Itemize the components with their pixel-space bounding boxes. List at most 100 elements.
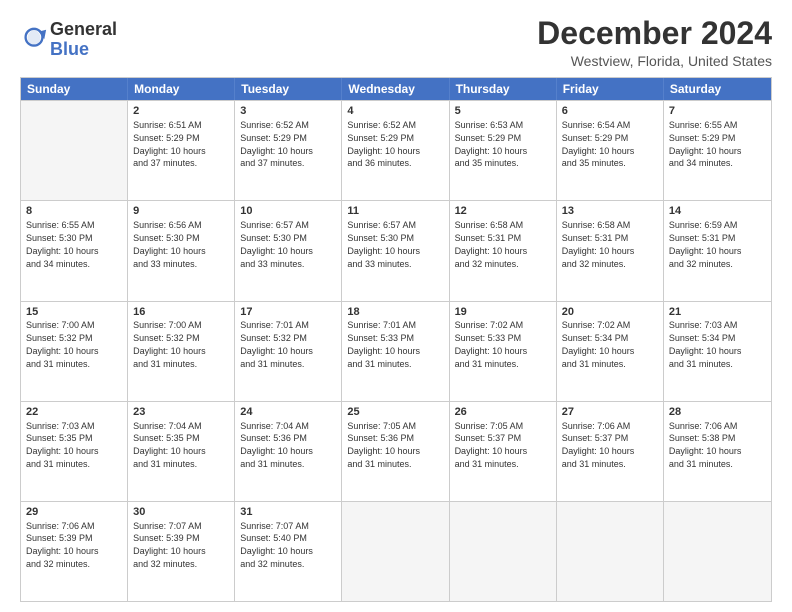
calendar-row-2: 15Sunrise: 7:00 AM Sunset: 5:32 PM Dayli…	[21, 301, 771, 401]
calendar-row-4: 29Sunrise: 7:06 AM Sunset: 5:39 PM Dayli…	[21, 501, 771, 601]
day-info-0-6: Sunrise: 6:55 AM Sunset: 5:29 PM Dayligh…	[669, 120, 742, 168]
day-info-0-1: Sunrise: 6:51 AM Sunset: 5:29 PM Dayligh…	[133, 120, 206, 168]
day-number-4-0: 29	[26, 505, 122, 520]
day-info-3-1: Sunrise: 7:04 AM Sunset: 5:35 PM Dayligh…	[133, 421, 206, 469]
day-number-1-0: 8	[26, 204, 122, 219]
day-info-2-2: Sunrise: 7:01 AM Sunset: 5:32 PM Dayligh…	[240, 320, 313, 368]
day-number-2-2: 17	[240, 305, 336, 320]
day-number-4-2: 31	[240, 505, 336, 520]
day-info-3-4: Sunrise: 7:05 AM Sunset: 5:37 PM Dayligh…	[455, 421, 528, 469]
calendar: Sunday Monday Tuesday Wednesday Thursday…	[20, 77, 772, 602]
calendar-cell-4-4	[450, 502, 557, 601]
day-info-4-1: Sunrise: 7:07 AM Sunset: 5:39 PM Dayligh…	[133, 521, 206, 569]
day-number-3-0: 22	[26, 405, 122, 420]
calendar-cell-1-4: 12Sunrise: 6:58 AM Sunset: 5:31 PM Dayli…	[450, 201, 557, 300]
calendar-cell-2-0: 15Sunrise: 7:00 AM Sunset: 5:32 PM Dayli…	[21, 302, 128, 401]
location: Westview, Florida, United States	[537, 53, 772, 69]
day-number-4-1: 30	[133, 505, 229, 520]
day-number-2-1: 16	[133, 305, 229, 320]
day-info-4-0: Sunrise: 7:06 AM Sunset: 5:39 PM Dayligh…	[26, 521, 99, 569]
day-info-4-2: Sunrise: 7:07 AM Sunset: 5:40 PM Dayligh…	[240, 521, 313, 569]
header-monday: Monday	[128, 78, 235, 100]
day-info-2-6: Sunrise: 7:03 AM Sunset: 5:34 PM Dayligh…	[669, 320, 742, 368]
calendar-cell-3-2: 24Sunrise: 7:04 AM Sunset: 5:36 PM Dayli…	[235, 402, 342, 501]
calendar-cell-4-6	[664, 502, 771, 601]
calendar-cell-3-5: 27Sunrise: 7:06 AM Sunset: 5:37 PM Dayli…	[557, 402, 664, 501]
day-number-3-6: 28	[669, 405, 766, 420]
calendar-cell-4-3	[342, 502, 449, 601]
day-number-3-4: 26	[455, 405, 551, 420]
calendar-page: General Blue December 2024 Westview, Flo…	[0, 0, 792, 612]
header-friday: Friday	[557, 78, 664, 100]
calendar-row-1: 8Sunrise: 6:55 AM Sunset: 5:30 PM Daylig…	[21, 200, 771, 300]
calendar-cell-1-1: 9Sunrise: 6:56 AM Sunset: 5:30 PM Daylig…	[128, 201, 235, 300]
day-info-3-6: Sunrise: 7:06 AM Sunset: 5:38 PM Dayligh…	[669, 421, 742, 469]
day-number-0-6: 7	[669, 104, 766, 119]
calendar-cell-4-0: 29Sunrise: 7:06 AM Sunset: 5:39 PM Dayli…	[21, 502, 128, 601]
day-number-2-4: 19	[455, 305, 551, 320]
calendar-cell-0-4: 5Sunrise: 6:53 AM Sunset: 5:29 PM Daylig…	[450, 101, 557, 200]
day-number-1-1: 9	[133, 204, 229, 219]
day-info-0-2: Sunrise: 6:52 AM Sunset: 5:29 PM Dayligh…	[240, 120, 313, 168]
calendar-cell-2-5: 20Sunrise: 7:02 AM Sunset: 5:34 PM Dayli…	[557, 302, 664, 401]
calendar-row-0: 2Sunrise: 6:51 AM Sunset: 5:29 PM Daylig…	[21, 100, 771, 200]
calendar-cell-4-5	[557, 502, 664, 601]
calendar-cell-0-0	[21, 101, 128, 200]
calendar-cell-0-3: 4Sunrise: 6:52 AM Sunset: 5:29 PM Daylig…	[342, 101, 449, 200]
calendar-cell-3-3: 25Sunrise: 7:05 AM Sunset: 5:36 PM Dayli…	[342, 402, 449, 501]
day-info-1-6: Sunrise: 6:59 AM Sunset: 5:31 PM Dayligh…	[669, 220, 742, 268]
day-info-2-3: Sunrise: 7:01 AM Sunset: 5:33 PM Dayligh…	[347, 320, 420, 368]
day-info-3-3: Sunrise: 7:05 AM Sunset: 5:36 PM Dayligh…	[347, 421, 420, 469]
calendar-cell-0-6: 7Sunrise: 6:55 AM Sunset: 5:29 PM Daylig…	[664, 101, 771, 200]
calendar-cell-0-1: 2Sunrise: 6:51 AM Sunset: 5:29 PM Daylig…	[128, 101, 235, 200]
day-info-2-0: Sunrise: 7:00 AM Sunset: 5:32 PM Dayligh…	[26, 320, 99, 368]
day-number-2-3: 18	[347, 305, 443, 320]
calendar-cell-2-4: 19Sunrise: 7:02 AM Sunset: 5:33 PM Dayli…	[450, 302, 557, 401]
day-number-1-4: 12	[455, 204, 551, 219]
day-info-1-2: Sunrise: 6:57 AM Sunset: 5:30 PM Dayligh…	[240, 220, 313, 268]
calendar-cell-1-3: 11Sunrise: 6:57 AM Sunset: 5:30 PM Dayli…	[342, 201, 449, 300]
logo: General Blue	[20, 20, 117, 60]
calendar-body: 2Sunrise: 6:51 AM Sunset: 5:29 PM Daylig…	[21, 100, 771, 601]
day-number-1-6: 14	[669, 204, 766, 219]
day-info-3-5: Sunrise: 7:06 AM Sunset: 5:37 PM Dayligh…	[562, 421, 635, 469]
day-info-2-4: Sunrise: 7:02 AM Sunset: 5:33 PM Dayligh…	[455, 320, 528, 368]
calendar-cell-1-2: 10Sunrise: 6:57 AM Sunset: 5:30 PM Dayli…	[235, 201, 342, 300]
day-number-0-5: 6	[562, 104, 658, 119]
calendar-cell-3-4: 26Sunrise: 7:05 AM Sunset: 5:37 PM Dayli…	[450, 402, 557, 501]
calendar-header: Sunday Monday Tuesday Wednesday Thursday…	[21, 78, 771, 100]
day-info-1-1: Sunrise: 6:56 AM Sunset: 5:30 PM Dayligh…	[133, 220, 206, 268]
day-number-0-2: 3	[240, 104, 336, 119]
calendar-row-3: 22Sunrise: 7:03 AM Sunset: 5:35 PM Dayli…	[21, 401, 771, 501]
calendar-cell-2-6: 21Sunrise: 7:03 AM Sunset: 5:34 PM Dayli…	[664, 302, 771, 401]
day-info-1-5: Sunrise: 6:58 AM Sunset: 5:31 PM Dayligh…	[562, 220, 635, 268]
calendar-cell-2-1: 16Sunrise: 7:00 AM Sunset: 5:32 PM Dayli…	[128, 302, 235, 401]
day-number-3-5: 27	[562, 405, 658, 420]
calendar-cell-2-2: 17Sunrise: 7:01 AM Sunset: 5:32 PM Dayli…	[235, 302, 342, 401]
day-number-0-1: 2	[133, 104, 229, 119]
header-tuesday: Tuesday	[235, 78, 342, 100]
day-number-1-5: 13	[562, 204, 658, 219]
header: General Blue December 2024 Westview, Flo…	[20, 16, 772, 69]
day-info-0-3: Sunrise: 6:52 AM Sunset: 5:29 PM Dayligh…	[347, 120, 420, 168]
logo-blue: Blue	[50, 39, 89, 59]
day-number-2-0: 15	[26, 305, 122, 320]
calendar-cell-0-5: 6Sunrise: 6:54 AM Sunset: 5:29 PM Daylig…	[557, 101, 664, 200]
header-thursday: Thursday	[450, 78, 557, 100]
calendar-cell-3-0: 22Sunrise: 7:03 AM Sunset: 5:35 PM Dayli…	[21, 402, 128, 501]
calendar-cell-3-6: 28Sunrise: 7:06 AM Sunset: 5:38 PM Dayli…	[664, 402, 771, 501]
day-info-0-4: Sunrise: 6:53 AM Sunset: 5:29 PM Dayligh…	[455, 120, 528, 168]
day-number-3-1: 23	[133, 405, 229, 420]
day-number-1-3: 11	[347, 204, 443, 219]
day-info-2-5: Sunrise: 7:02 AM Sunset: 5:34 PM Dayligh…	[562, 320, 635, 368]
day-number-0-3: 4	[347, 104, 443, 119]
day-number-3-2: 24	[240, 405, 336, 420]
day-number-2-5: 20	[562, 305, 658, 320]
day-info-3-0: Sunrise: 7:03 AM Sunset: 5:35 PM Dayligh…	[26, 421, 99, 469]
day-number-3-3: 25	[347, 405, 443, 420]
header-wednesday: Wednesday	[342, 78, 449, 100]
day-number-0-4: 5	[455, 104, 551, 119]
day-info-0-5: Sunrise: 6:54 AM Sunset: 5:29 PM Dayligh…	[562, 120, 635, 168]
day-info-1-4: Sunrise: 6:58 AM Sunset: 5:31 PM Dayligh…	[455, 220, 528, 268]
day-number-2-6: 21	[669, 305, 766, 320]
